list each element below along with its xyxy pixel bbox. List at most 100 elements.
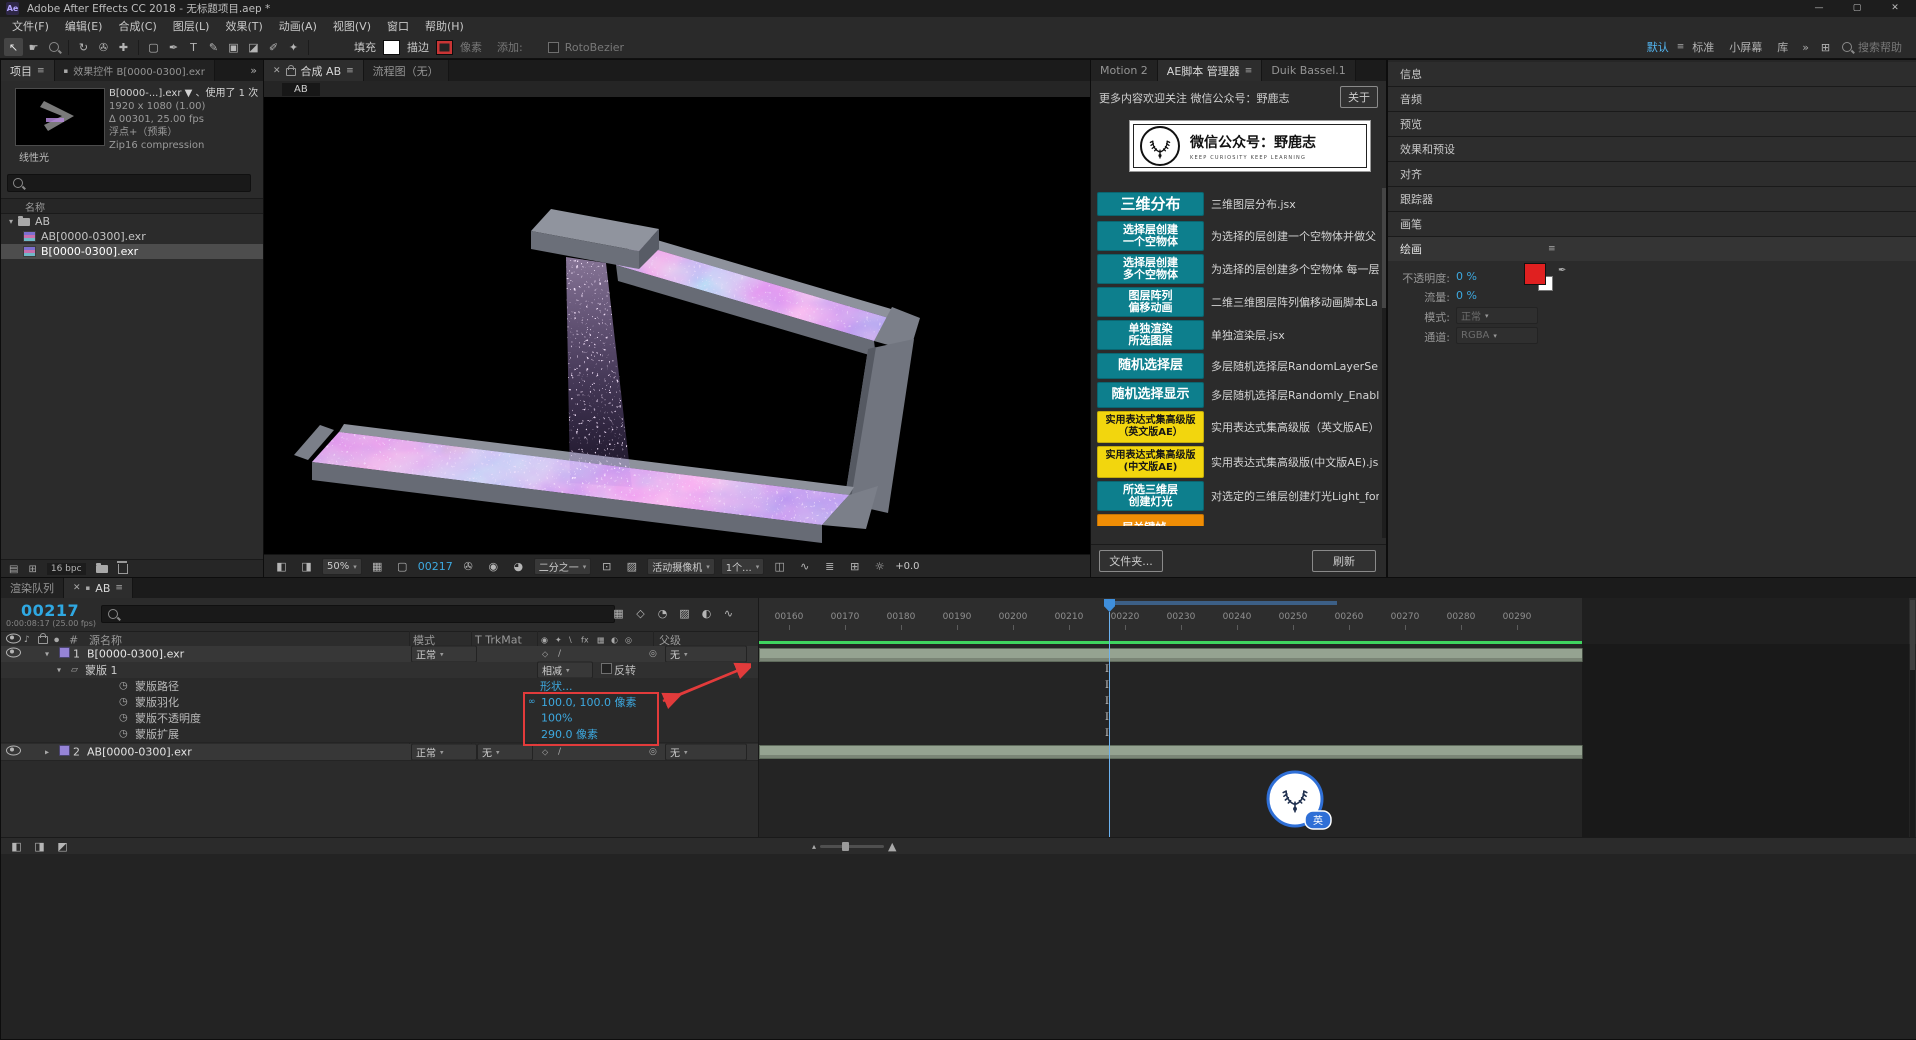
comp-flowchart-icon[interactable]: ⊞: [845, 558, 864, 576]
mask-visibility-icon[interactable]: ▢: [393, 558, 412, 576]
panel-effects-presets[interactable]: 效果和预设: [1388, 137, 1916, 162]
tab-duik[interactable]: Duik Bassel.1: [1262, 60, 1356, 81]
paint-mode-dropdown[interactable]: 正常: [1456, 307, 1538, 324]
graph-editor-icon[interactable]: ∿: [719, 604, 738, 622]
stopwatch-icon[interactable]: ◷: [119, 729, 128, 740]
trkmat-column-header[interactable]: T TrkMat: [475, 633, 522, 646]
rotobezier-checkbox[interactable]: [547, 41, 559, 53]
workspace-tab-small-screen[interactable]: 小屏幕: [1722, 39, 1769, 55]
trkmat-dropdown[interactable]: 无: [477, 743, 533, 761]
menu-window[interactable]: 窗口: [379, 17, 417, 36]
blend-mode-dropdown[interactable]: 正常: [411, 743, 477, 761]
magnification-dropdown[interactable]: 50%: [322, 558, 362, 575]
close-icon[interactable]: ✕: [73, 583, 81, 593]
exposure-value[interactable]: +0.0: [895, 561, 919, 572]
video-column-icon[interactable]: [6, 633, 21, 643]
type-tool-icon[interactable]: T: [184, 38, 203, 56]
project-row-folder[interactable]: ▾ AB: [1, 214, 263, 229]
layer-1-duration-bar[interactable]: [759, 648, 1583, 662]
bit-depth-badge[interactable]: 16 bpc: [46, 563, 86, 575]
project-row-footage[interactable]: AB[0000-0300].exr: [1, 229, 263, 244]
panel-info[interactable]: 信息: [1388, 62, 1916, 87]
property-name[interactable]: 蒙版不透明度: [135, 710, 201, 726]
value-marker[interactable]: I: [1102, 679, 1112, 693]
transparency-grid-icon[interactable]: ▨: [622, 558, 641, 576]
tab-overflow-icon[interactable]: »: [244, 64, 263, 77]
pan-behind-tool-icon[interactable]: ✚: [114, 38, 133, 56]
maximize-button[interactable]: ▢: [1842, 0, 1872, 17]
show-snapshot-icon[interactable]: ◉: [484, 558, 503, 576]
twirl-open-icon[interactable]: ▾: [45, 650, 49, 659]
playhead-line[interactable]: [1109, 612, 1110, 837]
camera-view-dropdown[interactable]: 活动摄像机: [647, 558, 715, 575]
project-row-footage-selected[interactable]: B[0000-0300].exr: [1, 244, 263, 259]
comp-mini-flowchart-icon[interactable]: ▦: [609, 604, 628, 622]
script-button[interactable]: 图层阵列 偏移动画: [1097, 287, 1204, 317]
exposure-icon[interactable]: ☼: [870, 558, 889, 576]
about-button[interactable]: 关于: [1340, 86, 1378, 108]
zoom-out-icon[interactable]: ▴: [812, 842, 816, 851]
tab-motion2[interactable]: Motion 2: [1091, 60, 1158, 81]
parent-dropdown[interactable]: 无: [665, 743, 747, 761]
main-viewer-icon[interactable]: ◨: [297, 558, 316, 576]
brush-tool-icon[interactable]: ✎: [204, 38, 223, 56]
script-button[interactable]: 选择层创建 一个空物体: [1097, 221, 1204, 251]
selection-tool-icon[interactable]: ↖: [4, 38, 23, 56]
expand-transfer-controls-icon[interactable]: ◨: [30, 839, 49, 854]
menu-edit[interactable]: 编辑(E): [57, 17, 111, 36]
mask-invert-checkbox[interactable]: [601, 663, 612, 674]
script-button[interactable]: 三维分布: [1097, 192, 1204, 216]
workspace-bar-icon[interactable]: ⊞: [1816, 38, 1835, 56]
interpret-footage-icon[interactable]: ▤: [9, 564, 18, 575]
grid-guides-icon[interactable]: ▦: [368, 558, 387, 576]
close-icon[interactable]: ✕: [273, 66, 281, 76]
menu-file[interactable]: 文件(F): [4, 17, 57, 36]
tab-effect-controls[interactable]: ▪ 效果控件 B[0000-0300].exr: [54, 60, 215, 81]
project-item-name[interactable]: B[0000-0300].exr: [41, 245, 138, 258]
eraser-tool-icon[interactable]: ◪: [244, 38, 263, 56]
name-column-header[interactable]: 名称: [25, 199, 45, 214]
property-name[interactable]: 蒙版路径: [135, 678, 179, 694]
tab-render-queue[interactable]: 渲染队列: [1, 578, 64, 598]
panel-menu-icon[interactable]: ≡: [1245, 66, 1253, 76]
stroke-color-swatch[interactable]: [436, 39, 453, 55]
stroke-label[interactable]: 描边: [407, 39, 429, 55]
snapshot-icon[interactable]: ✇: [459, 558, 478, 576]
composition-viewport[interactable]: [264, 97, 1090, 555]
paint-channel-dropdown[interactable]: RGBA: [1456, 327, 1538, 344]
minimize-button[interactable]: —: [1804, 0, 1834, 17]
menu-animation[interactable]: 动画(A): [271, 17, 325, 36]
shape-tool-icon[interactable]: ▢: [144, 38, 163, 56]
script-list-scrollbar[interactable]: [1382, 188, 1386, 538]
panel-brushes[interactable]: 画笔: [1388, 212, 1916, 237]
value-marker[interactable]: I: [1102, 711, 1112, 725]
expand-inout-panes-icon[interactable]: ◩: [53, 839, 72, 854]
panel-align[interactable]: 对齐: [1388, 162, 1916, 187]
quality-switch-icon[interactable]: /: [558, 747, 561, 757]
help-search-field[interactable]: 搜索帮助: [1842, 39, 1902, 55]
collapse-switch-icon[interactable]: ◇: [542, 650, 548, 659]
layer-label-chip[interactable]: [59, 647, 70, 658]
always-preview-icon[interactable]: ◧: [272, 558, 291, 576]
hand-tool-icon[interactable]: ☛: [24, 38, 43, 56]
zoom-in-icon[interactable]: ▲: [888, 840, 896, 853]
workspace-overflow-icon[interactable]: »: [1796, 41, 1815, 54]
flow-value[interactable]: 0 %: [1456, 289, 1477, 302]
fast-previews-icon[interactable]: ∿: [795, 558, 814, 576]
close-button[interactable]: ✕: [1880, 0, 1910, 17]
foreground-color-swatch[interactable]: [1524, 263, 1546, 285]
project-list-header[interactable]: 名称: [1, 198, 263, 214]
opacity-value[interactable]: 0 %: [1456, 270, 1477, 283]
lock-column-icon[interactable]: [38, 632, 48, 644]
timeline-zoom-slider[interactable]: [820, 842, 885, 851]
workspace-tab-standard[interactable]: 标准: [1685, 39, 1721, 55]
script-button[interactable]: 随机选择显示: [1097, 382, 1204, 408]
puppet-pin-tool-icon[interactable]: ✦: [284, 38, 303, 56]
zoom-slider-handle[interactable]: [842, 842, 850, 851]
timeline-vertical-scrollbar[interactable]: [1910, 600, 1915, 837]
workspace-menu-icon[interactable]: ≡: [1677, 42, 1685, 52]
region-of-interest-icon[interactable]: ⊡: [597, 558, 616, 576]
panel-tracker[interactable]: 跟踪器: [1388, 187, 1916, 212]
clone-stamp-tool-icon[interactable]: ▣: [224, 38, 243, 56]
tab-script-manager[interactable]: AE脚本 管理器 ≡: [1157, 60, 1263, 81]
